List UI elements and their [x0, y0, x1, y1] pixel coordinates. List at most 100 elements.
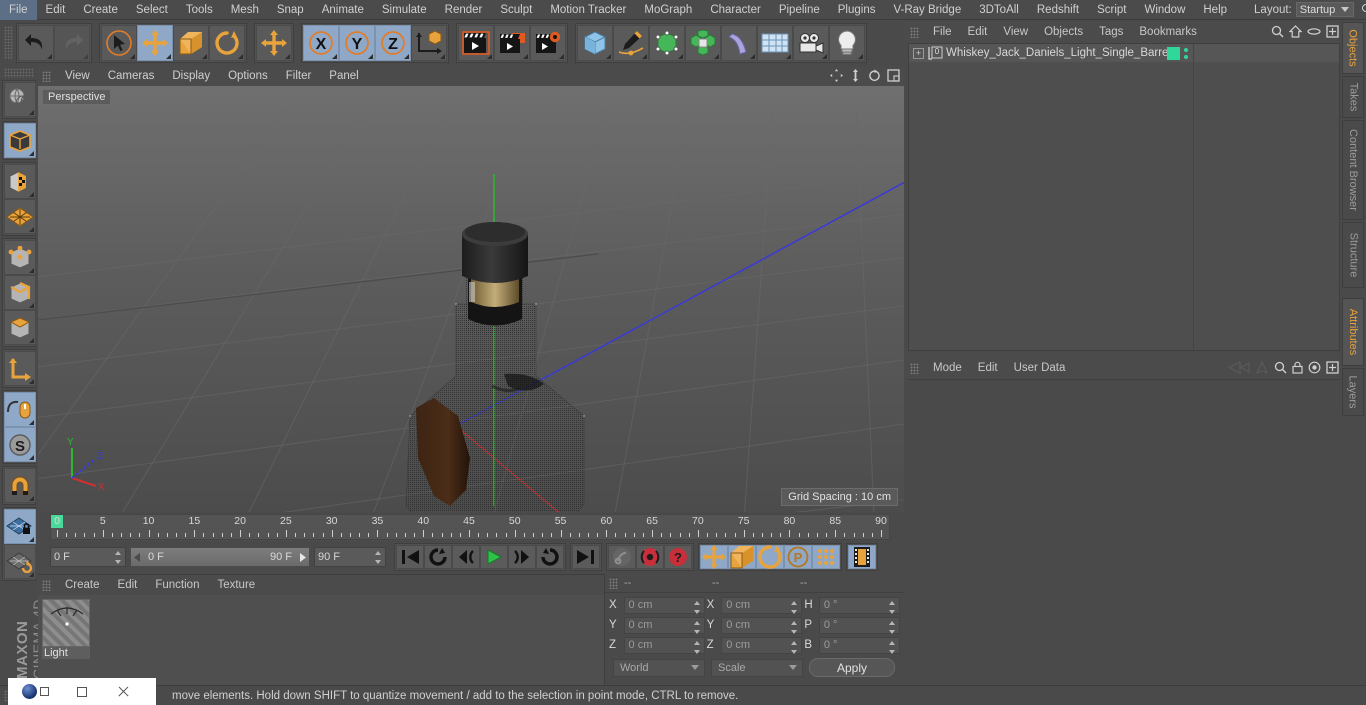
tag-dots-icon[interactable]	[1184, 47, 1188, 59]
attribute-manager-grip[interactable]	[910, 363, 919, 374]
striped-material-thumb[interactable]	[42, 599, 90, 647]
spinner-icon[interactable]	[693, 600, 701, 614]
undo-view-button[interactable]	[4, 82, 36, 117]
spinner-icon[interactable]	[693, 640, 701, 654]
menu-item-script[interactable]: Script	[1088, 0, 1135, 20]
end-frame-field[interactable]: 90 F	[314, 547, 386, 567]
expand-icon[interactable]: +	[913, 47, 924, 59]
x-axis-button[interactable]: X	[303, 25, 339, 61]
toolbar-grip[interactable]	[4, 26, 13, 60]
lock-icon[interactable]	[1292, 361, 1303, 374]
menu-item-sculpt[interactable]: Sculpt	[491, 0, 541, 20]
timeline-ruler[interactable]: 0 5 10 15 20 25 30 35 40 45 50 55 60 65 70 75 80 85 90	[50, 514, 890, 540]
current-frame-field[interactable]: 0 F	[50, 547, 126, 567]
side-tab-structure[interactable]: Structure	[1342, 222, 1364, 288]
spinner-icon[interactable]	[693, 620, 701, 634]
soft-selection-button[interactable]: S	[4, 427, 36, 462]
material-menu-edit[interactable]: Edit	[109, 575, 147, 595]
previous-frame-button[interactable]	[452, 545, 480, 569]
y-axis-button[interactable]: Y	[339, 25, 375, 61]
z-axis-button[interactable]: Z	[375, 25, 411, 61]
play-forward-button[interactable]	[480, 545, 508, 569]
dolly-icon[interactable]	[849, 69, 862, 82]
add-array-button[interactable]	[685, 25, 721, 61]
spinner-icon[interactable]	[791, 600, 798, 614]
material-item[interactable]: Light	[42, 599, 90, 659]
orbit-icon[interactable]	[868, 69, 881, 82]
move-tool-button[interactable]	[137, 25, 173, 61]
menu-item-file[interactable]: File	[0, 0, 37, 20]
menu-item-v-ray-bridge[interactable]: V-Ray Bridge	[884, 0, 970, 20]
add-cube-button[interactable]	[577, 25, 613, 61]
model-mode-button[interactable]	[4, 164, 36, 199]
add-camera-button[interactable]	[793, 25, 829, 61]
arrow-left-icon[interactable]	[1228, 361, 1250, 374]
menu-item-character[interactable]: Character	[701, 0, 770, 20]
parameter-key-button[interactable]: P	[784, 545, 812, 569]
scale-tool-button[interactable]	[173, 25, 209, 61]
play-backwards-loop-button[interactable]	[424, 545, 452, 569]
material-menu-create[interactable]: Create	[56, 575, 109, 595]
edges-mode-button[interactable]	[4, 275, 36, 310]
viewport-menu-panel[interactable]: Panel	[320, 66, 367, 86]
object-menu-view[interactable]: View	[995, 22, 1036, 43]
search-icon[interactable]	[1274, 361, 1287, 374]
layout-select[interactable]: Startup	[1295, 2, 1354, 17]
viewport-menu-cameras[interactable]: Cameras	[99, 66, 164, 86]
viewport-grip[interactable]	[42, 70, 51, 82]
spinner-icon[interactable]	[375, 551, 382, 564]
menu-item-pipeline[interactable]: Pipeline	[770, 0, 829, 20]
fit-icon[interactable]	[1326, 361, 1339, 374]
side-tab-content-browser[interactable]: Content Browser	[1342, 120, 1364, 220]
restore-icon[interactable]	[40, 687, 49, 696]
render-to-picture-viewer-button[interactable]	[494, 25, 530, 61]
object-menu-edit[interactable]: Edit	[960, 22, 996, 43]
undo-button[interactable]	[18, 25, 54, 61]
coord-field-position-x[interactable]: 0 cm	[623, 596, 705, 614]
menu-item-window[interactable]: Window	[1135, 0, 1194, 20]
workplane-lock-button[interactable]	[4, 509, 36, 544]
left-toolbar-grip[interactable]	[4, 68, 34, 78]
magnet-button[interactable]	[4, 468, 36, 503]
add-light-button[interactable]	[829, 25, 865, 61]
ellipse-icon[interactable]	[1307, 25, 1321, 38]
axis-move-button[interactable]	[256, 25, 292, 61]
home-icon[interactable]	[1289, 25, 1302, 38]
menu-item-3dtoall[interactable]: 3DToAll	[970, 0, 1028, 20]
coord-field-rotation-h[interactable]: 0 °	[818, 596, 901, 614]
material-list[interactable]: Light	[38, 595, 604, 686]
coord-field-rotation-b[interactable]: 0 °	[818, 636, 901, 654]
scale-key-button[interactable]	[728, 545, 756, 569]
menu-item-select[interactable]: Select	[127, 0, 177, 20]
coord-field-rotation-p[interactable]: 0 °	[818, 616, 901, 634]
rotate-tool-button[interactable]	[209, 25, 245, 61]
menu-item-edit[interactable]: Edit	[37, 0, 75, 20]
spinner-icon[interactable]	[889, 640, 896, 654]
menu-item-plugins[interactable]: Plugins	[829, 0, 885, 20]
rotation-key-button[interactable]	[756, 545, 784, 569]
search-icon[interactable]	[1360, 2, 1366, 18]
coord-field-size-z[interactable]: 0 cm	[721, 636, 803, 654]
add-nurbs-button[interactable]	[649, 25, 685, 61]
menu-item-help[interactable]: Help	[1194, 0, 1236, 20]
menu-item-redshift[interactable]: Redshift	[1028, 0, 1088, 20]
object-manager-grip[interactable]	[910, 27, 919, 38]
attribute-menu-edit[interactable]: Edit	[970, 358, 1006, 379]
add-deformer-button[interactable]	[721, 25, 757, 61]
point-level-animation-button[interactable]	[812, 545, 840, 569]
menu-item-tools[interactable]: Tools	[177, 0, 222, 20]
menu-item-motion-tracker[interactable]: Motion Tracker	[541, 0, 635, 20]
search-icon[interactable]	[1271, 25, 1284, 38]
add-environment-button[interactable]	[757, 25, 793, 61]
coord-field-size-y[interactable]: 0 cm	[721, 616, 803, 634]
spinner-icon[interactable]	[791, 620, 798, 634]
range-left-icon[interactable]	[133, 552, 142, 562]
viewport-3d[interactable]: Perspective Grid Spacing : 10 cm Y X Z	[38, 86, 904, 512]
menu-item-render[interactable]: Render	[436, 0, 492, 20]
play-forward-loop-button[interactable]	[536, 545, 564, 569]
side-tab-objects[interactable]: Objects	[1342, 22, 1364, 74]
render-settings-button[interactable]	[530, 25, 566, 61]
menu-item-animate[interactable]: Animate	[313, 0, 373, 20]
menu-item-snap[interactable]: Snap	[268, 0, 313, 20]
record-active-objects-button[interactable]	[636, 545, 664, 569]
